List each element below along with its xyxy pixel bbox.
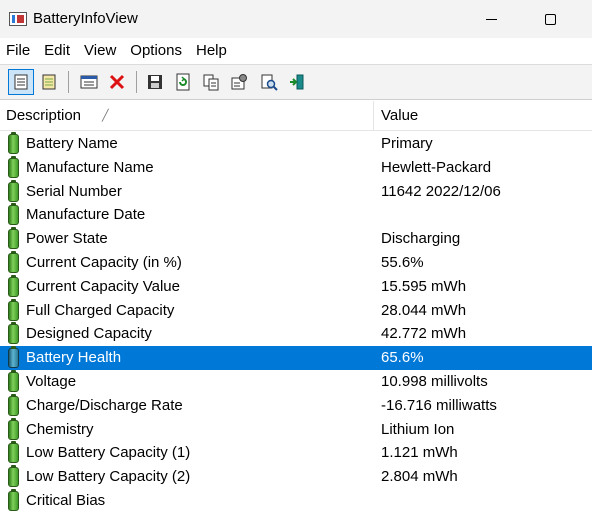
battery-icon xyxy=(8,488,19,511)
window-title: BatteryInfoView xyxy=(33,10,138,27)
row-description: Low Battery Capacity (2) xyxy=(26,468,191,486)
save-icon[interactable] xyxy=(142,69,168,95)
row-description: Charge/Discharge Rate xyxy=(26,396,183,414)
menu-file[interactable]: File xyxy=(0,39,37,63)
row-value: Lithium Ion xyxy=(381,420,455,438)
row-value: 10.998 millivolts xyxy=(381,372,488,390)
row-description: Current Capacity (in %) xyxy=(26,253,182,271)
row-description: Battery Name xyxy=(26,135,118,152)
menu-edit[interactable]: Edit xyxy=(37,39,77,63)
row-description: Voltage xyxy=(26,372,77,390)
report-icon[interactable] xyxy=(36,69,62,95)
list-item[interactable]: Low Battery Capacity (1) 1.121 mWh xyxy=(0,441,592,465)
column-header-description-label: Description xyxy=(6,107,82,124)
row-description: Low Battery Capacity (1) xyxy=(26,444,191,462)
exit-icon[interactable] xyxy=(284,69,310,95)
list-item[interactable]: Current Capacity Value 15.595 mWh xyxy=(0,274,592,299)
battery-icon xyxy=(8,132,19,154)
row-value: 11642 2022/12/06 xyxy=(381,182,501,200)
toolbar-separator xyxy=(136,71,137,93)
html-report-icon[interactable] xyxy=(76,69,102,95)
row-description: Full Charged Capacity xyxy=(26,301,175,319)
delete-icon[interactable] xyxy=(104,69,130,95)
column-header-description[interactable]: Description ╱ xyxy=(0,101,374,131)
list-item[interactable]: Current Capacity (in %) 55.6% xyxy=(0,250,592,275)
menu-bar: File Edit View Options Help xyxy=(0,38,592,64)
maximize-button[interactable] xyxy=(545,14,556,25)
row-value: 65.6% xyxy=(381,349,424,367)
list-item[interactable]: Battery Name Primary xyxy=(0,132,592,156)
list-item[interactable]: Voltage 10.998 millivolts xyxy=(0,369,592,394)
battery-icon xyxy=(8,441,19,464)
row-value: Hewlett-Packard xyxy=(381,158,492,176)
list-item[interactable]: Manufacture Name Hewlett-Packard xyxy=(0,155,592,180)
list-item[interactable]: Serial Number 11642 2022/12/06 xyxy=(0,179,592,204)
list-item[interactable]: Chemistry Lithium Ion xyxy=(0,417,592,442)
battery-icon xyxy=(8,179,19,202)
battery-icon xyxy=(8,227,19,250)
options-icon[interactable] xyxy=(226,69,252,95)
app-icon xyxy=(9,12,27,26)
properties-icon[interactable] xyxy=(8,69,34,95)
row-description: Manufacture Name xyxy=(26,158,154,176)
list-header: Description ╱ Value xyxy=(0,101,592,131)
list-item-selected[interactable]: Battery Health 65.6% xyxy=(0,346,592,370)
battery-icon xyxy=(8,322,19,345)
sort-indicator-icon: ╱ xyxy=(102,110,109,122)
property-list: Battery Name Primary Manufacture Name Hewl… xyxy=(0,132,592,517)
battery-icon xyxy=(8,274,19,297)
menu-view[interactable]: View xyxy=(77,39,123,63)
battery-icon xyxy=(8,346,19,369)
row-value: 28.044 mWh xyxy=(381,301,467,319)
battery-icon xyxy=(8,393,19,416)
list-item[interactable]: Designed Capacity 42.772 mWh xyxy=(0,322,592,346)
row-description: Manufacture Date xyxy=(26,206,146,224)
row-value: 1.121 mWh xyxy=(381,444,458,462)
column-header-value-label: Value xyxy=(381,107,419,124)
row-value: 2.804 mWh xyxy=(381,468,458,486)
row-value: Primary xyxy=(381,135,433,152)
row-description: Critical Bias xyxy=(26,491,106,509)
battery-icon xyxy=(8,465,19,488)
row-value: 55.6% xyxy=(381,253,424,271)
copy-icon[interactable] xyxy=(198,69,224,95)
row-value: 42.772 mWh xyxy=(381,325,467,343)
row-value: Discharging xyxy=(381,230,461,248)
row-value: 15.595 mWh xyxy=(381,277,467,295)
toolbar-separator xyxy=(68,71,69,93)
row-description: Power State xyxy=(26,230,108,248)
refresh-icon[interactable] xyxy=(170,69,196,95)
row-value: -16.716 milliwatts xyxy=(381,396,497,414)
list-item[interactable]: Power State Discharging xyxy=(0,227,592,251)
list-item[interactable]: Critical Bias xyxy=(0,488,592,513)
toolbar xyxy=(0,64,592,100)
list-item[interactable]: Full Charged Capacity 28.044 mWh xyxy=(0,298,592,323)
battery-icon xyxy=(8,298,19,321)
battery-icon xyxy=(8,417,19,440)
menu-help[interactable]: Help xyxy=(189,39,234,63)
row-description: Designed Capacity xyxy=(26,325,152,343)
battery-icon xyxy=(8,155,19,178)
list-item[interactable]: Manufacture Date xyxy=(0,203,592,227)
find-icon[interactable] xyxy=(256,69,282,95)
title-bar: BatteryInfoView xyxy=(0,0,592,38)
battery-icon xyxy=(8,369,19,392)
row-description: Serial Number xyxy=(26,182,122,200)
row-description: Current Capacity Value xyxy=(26,277,180,295)
column-header-value[interactable]: Value xyxy=(375,101,418,131)
row-description: Battery Health xyxy=(26,349,122,367)
battery-icon xyxy=(8,250,19,273)
battery-icon xyxy=(8,203,19,226)
minimize-button[interactable] xyxy=(486,19,497,20)
row-description: Chemistry xyxy=(26,420,94,438)
list-item[interactable]: Low Battery Capacity (2) 2.804 mWh xyxy=(0,465,592,489)
list-item[interactable]: Charge/Discharge Rate -16.716 milliwatts xyxy=(0,393,592,418)
menu-options[interactable]: Options xyxy=(123,39,189,63)
